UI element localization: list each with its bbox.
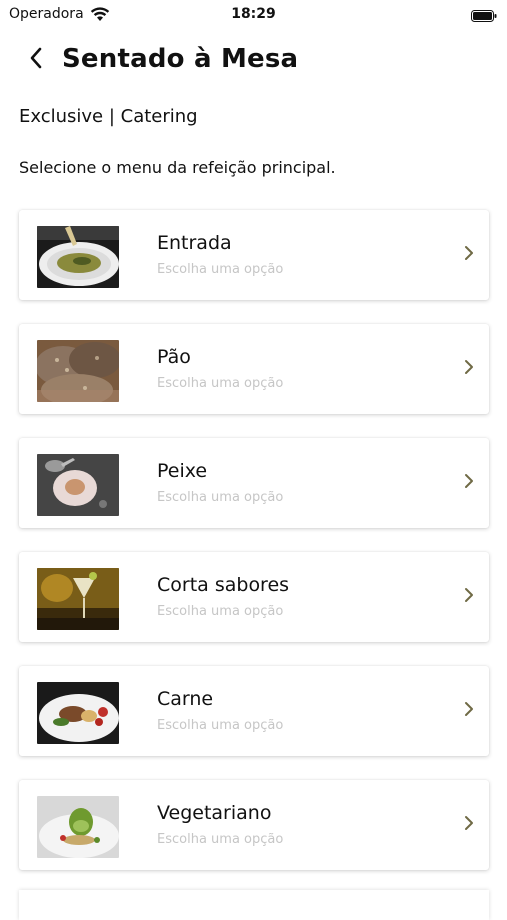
menu-item-vegetariano[interactable]: Vegetariano Escolha uma opção (19, 780, 489, 870)
menu-item-label: Corta sabores (157, 574, 290, 596)
instruction-text: Selecione o menu da refeição principal. (19, 158, 336, 177)
menu-item-label: Carne (157, 688, 214, 710)
menu-item-entrada[interactable]: Entrada Escolha uma opção (19, 210, 489, 300)
fish-plate-image (37, 454, 119, 516)
menu-item-hint: Escolha uma opção (157, 376, 284, 391)
menu-item-corta-sabores[interactable]: Corta sabores Escolha uma opção (19, 552, 489, 642)
chevron-right-icon (463, 358, 475, 376)
chevron-right-icon (463, 586, 475, 604)
menu-item-label: Vegetariano (157, 802, 272, 824)
chevron-right-icon (463, 700, 475, 718)
menu-item-carne[interactable]: Carne Escolha uma opção (19, 666, 489, 756)
menu-item-hint: Escolha uma opção (157, 262, 284, 277)
menu-list: Entrada Escolha uma opção Pão Escolha um… (19, 210, 489, 894)
chevron-right-icon (463, 472, 475, 490)
menu-item-label: Pão (157, 346, 191, 368)
soup-dish-image (37, 226, 119, 288)
navigation-bar: Sentado à Mesa (0, 36, 507, 88)
menu-item-hint: Escolha uma opção (157, 604, 284, 619)
menu-item-hint: Escolha uma opção (157, 490, 284, 505)
meat-plate-image (37, 682, 119, 744)
page-title: Sentado à Mesa (62, 44, 299, 74)
menu-item-peixe[interactable]: Peixe Escolha uma opção (19, 438, 489, 528)
battery-icon (471, 7, 497, 22)
menu-item-hint: Escolha uma opção (157, 832, 284, 847)
menu-item-label: Entrada (157, 232, 232, 254)
status-bar: Operadora 18:29 (0, 0, 507, 28)
vegetarian-plate-image (37, 796, 119, 858)
chevron-right-icon (463, 814, 475, 832)
clock: 18:29 (231, 6, 276, 22)
cocktail-image (37, 568, 119, 630)
menu-item-label: Peixe (157, 460, 208, 482)
chevron-right-icon (463, 244, 475, 262)
chevron-left-icon (30, 47, 42, 69)
subtitle: Exclusive | Catering (19, 106, 198, 127)
menu-item-hint: Escolha uma opção (157, 718, 284, 733)
bread-image (37, 340, 119, 402)
menu-item-pao[interactable]: Pão Escolha uma opção (19, 324, 489, 414)
back-button[interactable] (22, 42, 50, 74)
menu-item-partial[interactable] (19, 890, 489, 920)
